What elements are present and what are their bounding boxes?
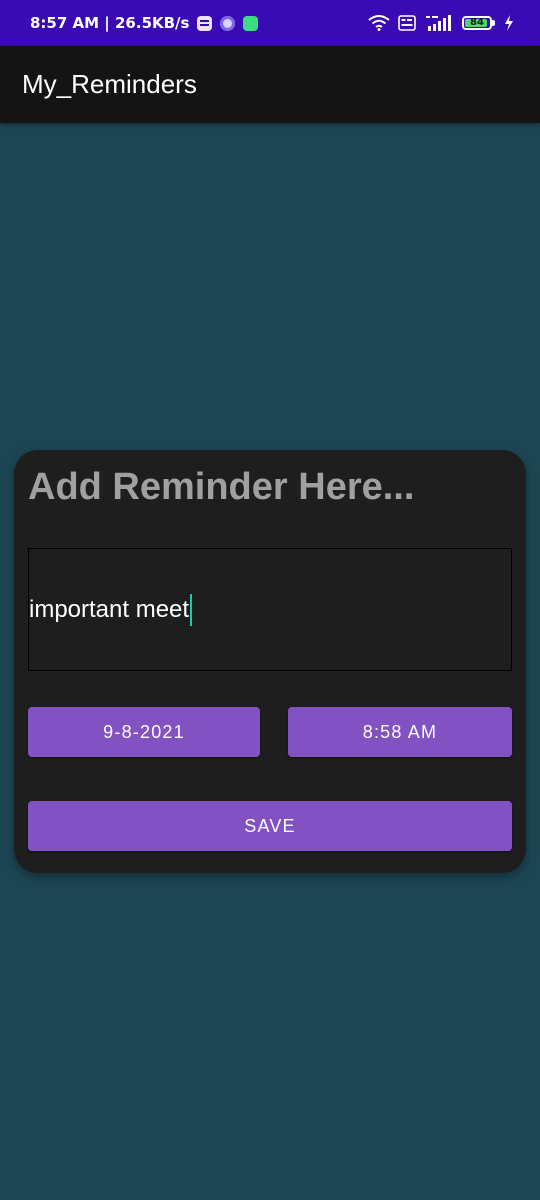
charging-bolt-icon xyxy=(505,15,513,31)
card-heading: Add Reminder Here... xyxy=(28,466,415,508)
app-bar: My_Reminders xyxy=(0,46,540,123)
signal-icon xyxy=(426,15,451,31)
date-picker-button[interactable]: 9-8-2021 xyxy=(28,707,260,757)
status-right: 84 xyxy=(368,0,514,46)
status-left: 8:57 AM | 26.5KB/s xyxy=(30,0,259,46)
add-reminder-card: Add Reminder Here... 9-8-2021 8:58 AM SA… xyxy=(14,450,526,873)
status-time-speed: 8:57 AM | 26.5KB/s xyxy=(30,14,190,32)
message-notification-icon xyxy=(197,15,213,31)
reminder-input-container xyxy=(28,548,512,671)
circle-app-notification-icon xyxy=(220,15,236,31)
text-cursor xyxy=(190,594,193,626)
volte-icon xyxy=(398,15,416,31)
reminder-text-input[interactable] xyxy=(29,549,511,670)
wifi-icon xyxy=(368,15,390,31)
android-notification-icon xyxy=(243,15,259,31)
app-title: My_Reminders xyxy=(22,69,197,99)
time-picker-button[interactable]: 8:58 AM xyxy=(288,707,512,757)
status-bar: 8:57 AM | 26.5KB/s 84 xyxy=(0,0,540,46)
battery-icon: 84 xyxy=(462,16,495,30)
save-button[interactable]: SAVE xyxy=(28,801,512,851)
battery-level: 84 xyxy=(470,17,484,28)
